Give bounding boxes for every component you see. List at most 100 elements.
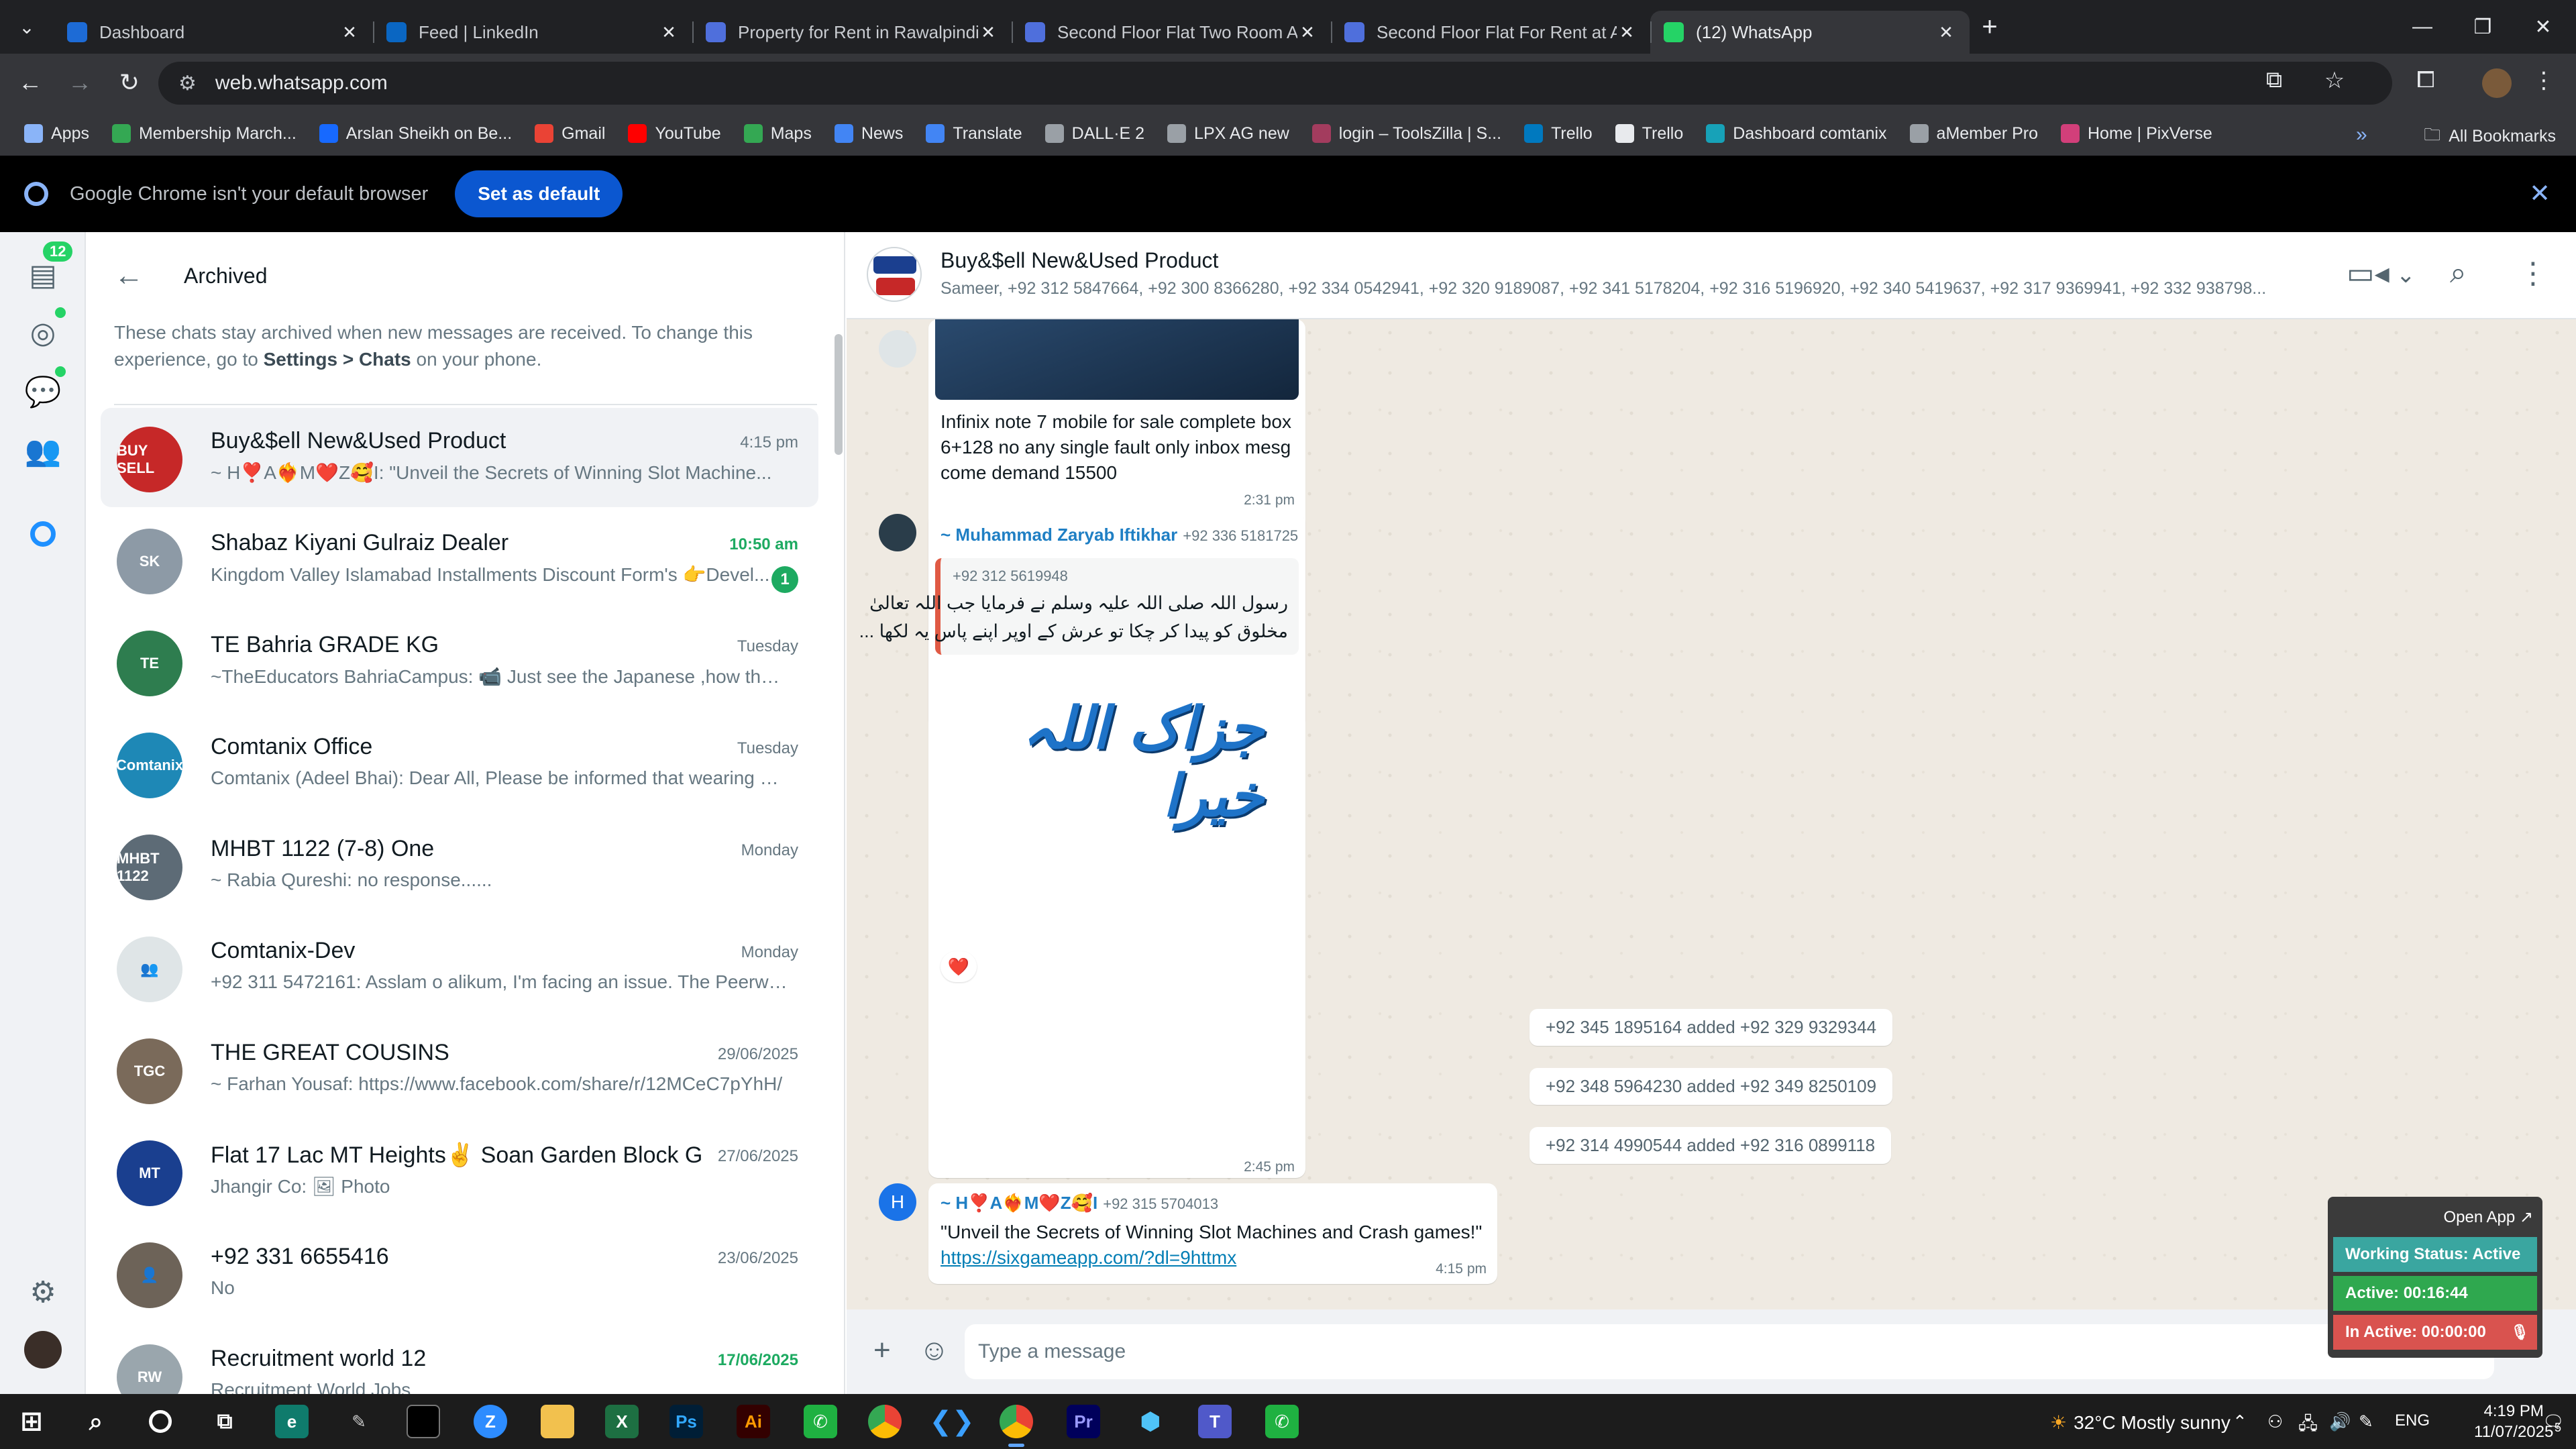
- system-clock[interactable]: 4:19 PM 11/07/2025: [2474, 1401, 2553, 1442]
- extensions-icon[interactable]: ⧠: [2410, 67, 2442, 99]
- notifications-icon[interactable]: 🗨: [2542, 1411, 2565, 1432]
- sender-avatar[interactable]: [879, 330, 916, 368]
- sticker-icon[interactable]: ☺: [919, 1334, 949, 1367]
- menu-dots-icon[interactable]: ⋮: [2518, 256, 2548, 290]
- spam-link[interactable]: https://sixgameapp.com/?dl=9httmx: [941, 1245, 1236, 1271]
- edge-icon[interactable]: e: [275, 1405, 309, 1438]
- volume-icon[interactable]: 🔊: [2329, 1411, 2351, 1432]
- chat-list-item[interactable]: RW Recruitment world 12 17/06/2025 Recruitm…: [101, 1326, 818, 1394]
- bookmark-item[interactable]: login – ToolsZilla | S...: [1311, 124, 1501, 144]
- sender-avatar[interactable]: [879, 514, 916, 551]
- search-icon[interactable]: ⌕: [2450, 256, 2467, 290]
- group-avatar[interactable]: [867, 247, 922, 302]
- product-photo[interactable]: [935, 319, 1299, 400]
- chat-list-item[interactable]: 👤 +92 331 6655416 23/06/2025 No: [101, 1224, 818, 1323]
- bookmark-item[interactable]: Home | PixVerse: [2061, 124, 2212, 144]
- bookmark-item[interactable]: Arslan Sheikh on Be...: [319, 124, 512, 144]
- bookmark-item[interactable]: Apps: [24, 124, 89, 144]
- windows-start-icon[interactable]: ⊞: [15, 1405, 48, 1438]
- video-call-icon[interactable]: ▭◂: [2347, 256, 2390, 290]
- status-icon[interactable]: ◎: [23, 313, 63, 353]
- zoom-icon[interactable]: Z: [474, 1405, 507, 1438]
- bookmark-item[interactable]: Trello: [1524, 124, 1593, 144]
- weather-widget[interactable]: ☀ 32°C Mostly sunny: [2050, 1411, 2231, 1434]
- meet-now-icon[interactable]: ⚇: [2267, 1411, 2283, 1432]
- profile-avatar[interactable]: [2482, 68, 2512, 98]
- quoted-message[interactable]: +92 312 5619948 رسول اللہ صلی اللہ علیہ …: [859, 558, 1299, 655]
- address-bar[interactable]: ⚙ web.whatsapp.com ⧉ ☆: [158, 62, 2392, 105]
- pen-tray-icon[interactable]: ✎: [2359, 1411, 2373, 1432]
- cortana-icon[interactable]: [144, 1405, 177, 1438]
- close-tab-icon[interactable]: ✕: [1297, 22, 1318, 43]
- all-bookmarks-button[interactable]: 🗀 All Bookmarks: [2424, 122, 2556, 151]
- chat-list-item[interactable]: MT Flat 17 Lac MT Heights✌️ Soan Garden B…: [101, 1122, 818, 1221]
- terminal-icon[interactable]: [407, 1405, 440, 1438]
- browser-tab[interactable]: (12) WhatsApp ✕: [1650, 11, 1970, 54]
- language-indicator[interactable]: ENG: [2395, 1411, 2430, 1430]
- close-tab-icon[interactable]: ✕: [1617, 22, 1637, 43]
- phone-app-icon[interactable]: ✆: [804, 1405, 837, 1438]
- sender-name[interactable]: ~ H❣️A❤️‍🔥M❤️Z🥰I: [941, 1193, 1097, 1213]
- forward-button[interactable]: →: [55, 68, 105, 97]
- minimize-button[interactable]: —: [2392, 0, 2453, 54]
- chevron-up-icon[interactable]: ⌃: [2233, 1411, 2247, 1432]
- teams-icon[interactable]: T: [1198, 1405, 1232, 1438]
- restore-button[interactable]: ❐: [2453, 0, 2513, 54]
- close-infobar-icon[interactable]: ✕: [2529, 178, 2551, 209]
- bookmark-item[interactable]: aMember Pro: [1909, 124, 2038, 144]
- chat-list-item[interactable]: MHBT 1122 MHBT 1122 (7-8) One Monday ~ Rabi…: [101, 816, 818, 915]
- reload-button[interactable]: ↻: [105, 68, 154, 97]
- bookmark-star-icon[interactable]: ☆: [2318, 67, 2351, 99]
- settings-gear-icon[interactable]: ⚙: [23, 1272, 63, 1312]
- bookmark-item[interactable]: YouTube: [628, 124, 721, 144]
- bookmark-item[interactable]: DALL·E 2: [1044, 124, 1144, 144]
- chat-list-item[interactable]: 👥 Comtanix-Dev Monday +92 311 5472161: Assl…: [101, 918, 818, 1017]
- bookmark-item[interactable]: News: [834, 124, 903, 144]
- open-app-button[interactable]: Open App ↗: [2333, 1202, 2537, 1233]
- bookmark-item[interactable]: Gmail: [535, 124, 605, 144]
- meta-ai-icon[interactable]: [23, 514, 63, 554]
- chat-list-scrollbar[interactable]: [835, 334, 843, 455]
- profile-avatar[interactable]: [23, 1330, 63, 1370]
- bookmark-item[interactable]: Membership March...: [111, 124, 297, 144]
- premiere-icon[interactable]: Pr: [1067, 1405, 1100, 1438]
- install-app-icon[interactable]: ⧉: [2258, 67, 2290, 99]
- chrome-icon[interactable]: [868, 1405, 902, 1438]
- reaction-heart[interactable]: ❤️: [941, 951, 977, 982]
- network-icon[interactable]: 🖧: [2298, 1411, 2318, 1441]
- conversation-header[interactable]: Buy&$ell New&Used Product Sameer, +92 31…: [847, 232, 2576, 319]
- close-window-button[interactable]: ✕: [2513, 0, 2573, 54]
- sender-avatar[interactable]: H: [879, 1183, 916, 1221]
- tab-search-menu[interactable]: ⌄: [0, 0, 54, 54]
- photoshop-icon[interactable]: Ps: [669, 1405, 703, 1438]
- back-button[interactable]: ←: [5, 68, 55, 97]
- close-tab-icon[interactable]: ✕: [1936, 22, 1956, 43]
- bookmark-item[interactable]: Maps: [743, 124, 812, 144]
- bookmark-item[interactable]: Dashboard comtanix: [1706, 124, 1887, 144]
- browser-tab[interactable]: Dashboard ✕: [54, 11, 373, 54]
- pen-icon[interactable]: ✎: [342, 1405, 376, 1438]
- close-tab-icon[interactable]: ✕: [339, 22, 360, 43]
- set-as-default-button[interactable]: Set as default: [455, 170, 623, 217]
- bookmark-item[interactable]: LPX AG new: [1167, 124, 1289, 144]
- chat-list-item[interactable]: TE TE Bahria GRADE KG Tuesday ~TheEducators…: [101, 612, 818, 711]
- more-bookmarks-button[interactable]: »: [2356, 123, 2367, 146]
- sticker-jazakallah[interactable]: جزاک اللہ خیرا: [975, 688, 1264, 836]
- menu-dots-icon[interactable]: ⋮: [2528, 67, 2560, 99]
- browser-tab[interactable]: Property for Rent in Rawalpindi ✕: [692, 11, 1012, 54]
- illustrator-icon[interactable]: Ai: [737, 1405, 770, 1438]
- microphone-icon[interactable]: 🎙: [2510, 1315, 2529, 1350]
- message-input[interactable]: [965, 1324, 2494, 1379]
- browser-tab[interactable]: Second Floor Flat Two Room A... ✕: [1012, 11, 1331, 54]
- vscode-icon[interactable]: ❮❯: [929, 1405, 974, 1438]
- plus-icon[interactable]: +: [873, 1334, 891, 1367]
- new-tab-button[interactable]: +: [1970, 12, 2010, 42]
- communities-icon[interactable]: 👥: [23, 431, 63, 471]
- chat-list-item[interactable]: SK Shabaz Kiyani Gulraiz Dealer 10:50 am Ki…: [101, 510, 818, 609]
- back-arrow-icon[interactable]: ←: [114, 259, 144, 292]
- channels-icon[interactable]: 💬: [23, 372, 63, 412]
- file-explorer-icon[interactable]: [541, 1405, 574, 1438]
- chevron-down-icon[interactable]: ⌄: [2396, 262, 2416, 288]
- task-view-icon[interactable]: ⧉: [208, 1405, 241, 1438]
- chat-list-item[interactable]: TGC THE GREAT COUSINS 29/06/2025 ~ Farhan Y…: [101, 1020, 818, 1119]
